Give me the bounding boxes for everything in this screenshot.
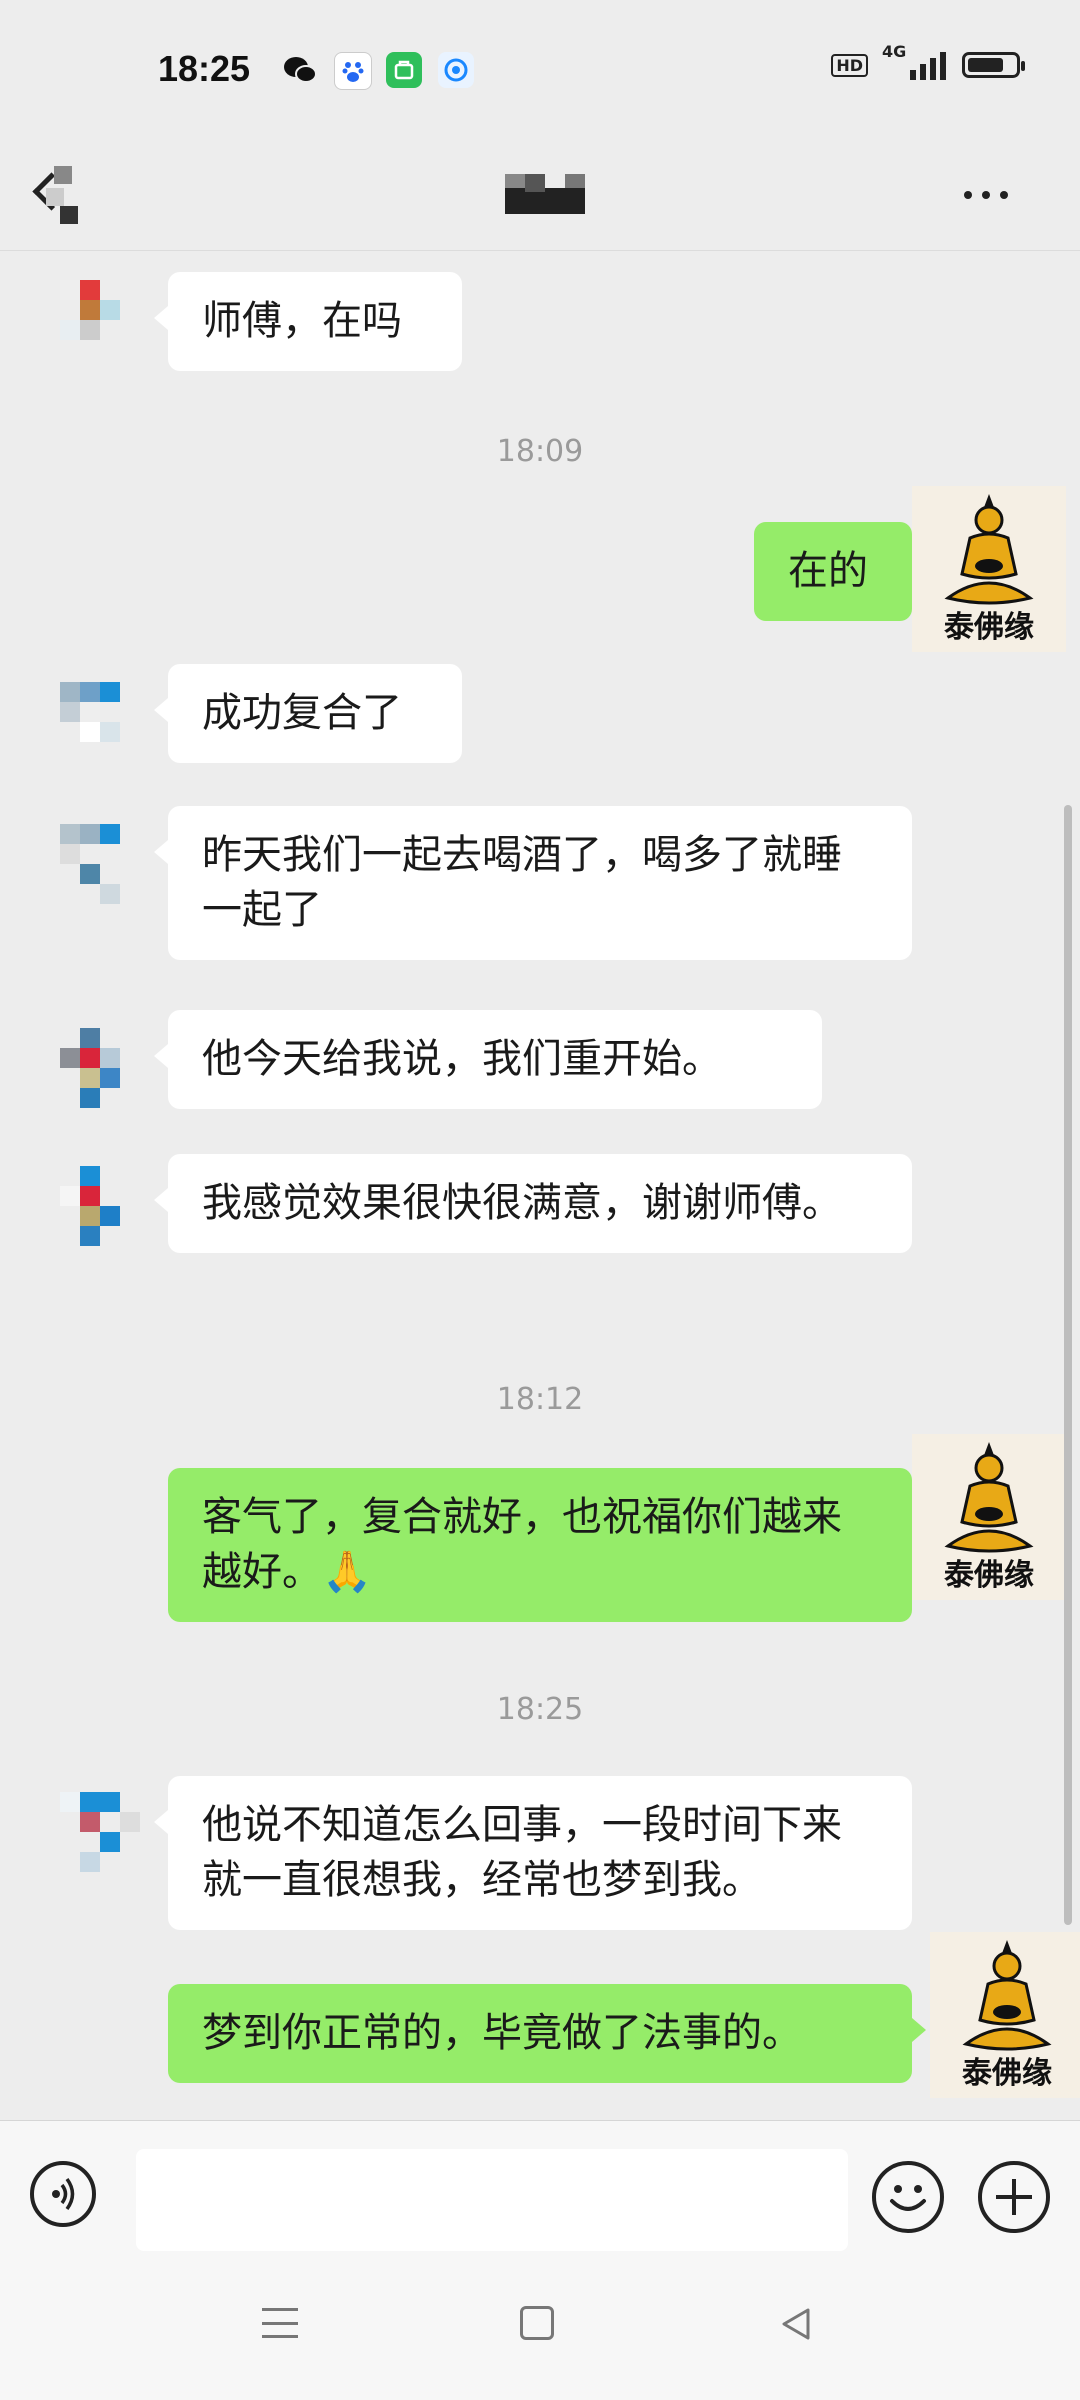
message-text: 梦到你正常的，毕竟做了法事的。 — [202, 2010, 802, 2056]
timestamp: 18:12 — [496, 1382, 584, 1417]
voice-button[interactable] — [30, 2161, 96, 2227]
buddha-icon — [962, 1940, 1052, 2051]
system-menu-button[interactable] — [262, 2308, 298, 2338]
message-bubble-outgoing[interactable]: 客气了，复合就好，也祝福你们越来越好。🙏 — [168, 1468, 926, 1622]
message-text: 客气了，复合就好，也祝福你们越来越好。🙏 — [202, 1494, 842, 1595]
message-text: 昨天我们一起去喝酒了，喝多了就睡一起了 — [202, 832, 842, 933]
battery-icon — [962, 52, 1025, 78]
message-bubble-outgoing[interactable]: 在的 — [754, 522, 926, 621]
baidu-icon — [334, 52, 372, 90]
message-bubble-outgoing[interactable]: 梦到你正常的，毕竟做了法事的。 — [168, 1984, 926, 2083]
app-store-icon — [386, 52, 422, 88]
input-bar — [0, 2120, 1080, 2271]
plus-button[interactable] — [978, 2161, 1050, 2233]
status-time: 18:25 — [158, 48, 251, 89]
voice-icon — [52, 2177, 75, 2211]
more-dots-icon — [964, 191, 972, 199]
message-text: 他说不知道怎么回事，一段时间下来就一直很想我，经常也梦到我。 — [202, 1802, 842, 1903]
contact-avatar[interactable] — [60, 1166, 140, 1246]
message-bubble-incoming[interactable]: 成功复合了 — [154, 664, 462, 763]
message-bubble-incoming[interactable]: 他说不知道怎么回事，一段时间下来就一直很想我，经常也梦到我。 — [154, 1776, 912, 1930]
browser-icon — [438, 52, 474, 88]
system-back-button[interactable] — [778, 2306, 814, 2342]
more-button[interactable] — [964, 180, 1024, 210]
message-input[interactable] — [136, 2149, 848, 2251]
message-text: 师傅，在吗 — [202, 298, 402, 344]
system-home-button[interactable] — [520, 2306, 554, 2340]
timestamp: 18:09 — [496, 434, 584, 469]
back-button[interactable] — [30, 164, 90, 224]
triangle-back-icon — [782, 2308, 810, 2340]
contact-avatar[interactable] — [60, 1028, 140, 1108]
self-avatar[interactable]: 泰佛缘 — [912, 1434, 1066, 1600]
network-label: 4G — [882, 42, 907, 61]
avatar-caption: 泰佛缘 — [944, 610, 1034, 645]
contact-name — [505, 174, 585, 218]
message-text: 成功复合了 — [202, 690, 402, 736]
contact-avatar[interactable] — [60, 682, 140, 762]
contact-avatar[interactable] — [60, 824, 140, 904]
emoji-button[interactable] — [872, 2161, 944, 2233]
chat-header — [0, 140, 1080, 251]
avatar-caption: 泰佛缘 — [944, 1558, 1034, 1593]
contact-avatar[interactable] — [60, 1792, 140, 1872]
message-text: 我感觉效果很快很满意，谢谢师傅。 — [202, 1180, 842, 1226]
scrollbar[interactable] — [1064, 805, 1072, 1925]
avatar-caption: 泰佛缘 — [962, 2056, 1052, 2091]
self-avatar[interactable]: 泰佛缘 — [912, 486, 1066, 652]
message-bubble-incoming[interactable]: 师傅，在吗 — [154, 272, 462, 371]
system-navigation-bar — [0, 2270, 1080, 2400]
timestamp: 18:25 — [496, 1692, 584, 1727]
hd-label: HD — [831, 53, 868, 77]
wechat-icon — [282, 52, 318, 88]
chat-area[interactable]: 师傅，在吗 18:09 在的 泰佛缘 成功复合了 昨天我们一起去喝酒了，喝多了就… — [0, 250, 1080, 2120]
status-right-group: HD 4G — [831, 42, 1025, 80]
buddha-icon — [944, 494, 1034, 605]
message-text: 他今天给我说，我们重开始。 — [202, 1036, 722, 1082]
message-bubble-incoming[interactable]: 我感觉效果很快很满意，谢谢师傅。 — [154, 1154, 912, 1253]
message-bubble-incoming[interactable]: 昨天我们一起去喝酒了，喝多了就睡一起了 — [154, 806, 912, 960]
self-avatar[interactable]: 泰佛缘 — [930, 1932, 1080, 2098]
contact-avatar[interactable] — [60, 280, 140, 360]
buddha-icon — [944, 1442, 1034, 1553]
message-bubble-incoming[interactable]: 他今天给我说，我们重开始。 — [154, 1010, 822, 1109]
message-text: 在的 — [788, 548, 868, 594]
signal-icon: 4G — [882, 42, 946, 80]
status-bar: 18:25 HD 4G — [0, 0, 1080, 140]
emoji-icon — [890, 2185, 926, 2211]
